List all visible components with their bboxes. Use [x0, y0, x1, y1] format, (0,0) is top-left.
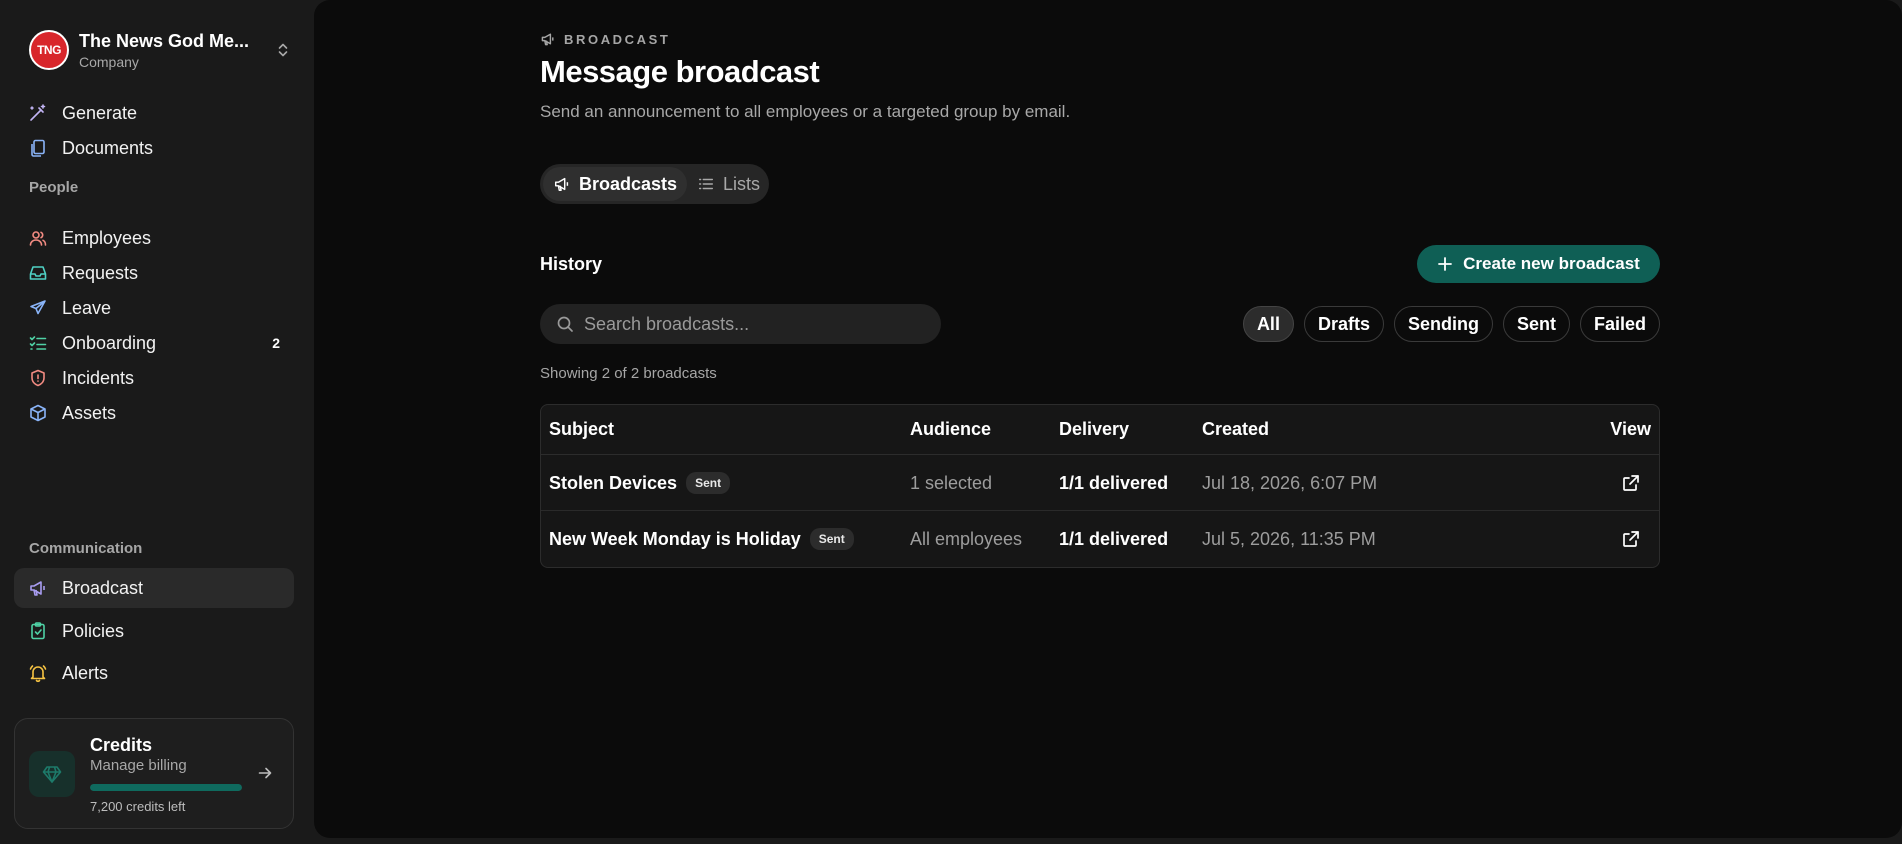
row-subject: Stolen Devices: [549, 472, 678, 493]
sidebar: TNG The News God Me... Company Generate …: [0, 0, 312, 844]
section-label-people: People: [29, 179, 79, 196]
credits-subtitle: Manage billing: [90, 757, 187, 774]
table-row[interactable]: Stolen Devices Sent 1 selected 1/1 deliv…: [541, 455, 1659, 511]
inbox-icon: [28, 263, 48, 283]
list-icon: [697, 175, 715, 193]
view-tabs: Broadcasts Lists: [540, 164, 769, 204]
shield-alert-icon: [28, 368, 48, 388]
megaphone-icon: [28, 578, 48, 598]
plus-icon: [1437, 256, 1453, 272]
page-title: Message broadcast: [540, 54, 820, 89]
nav-item-employees[interactable]: Employees: [14, 218, 294, 258]
row-delivery: 1/1 delivered: [1059, 528, 1169, 549]
nav-item-incidents[interactable]: Incidents: [14, 358, 294, 398]
app-window: TNG The News God Me... Company Generate …: [0, 0, 1902, 844]
nav-item-broadcast[interactable]: Broadcast: [14, 568, 294, 608]
create-broadcast-button[interactable]: Create new broadcast: [1417, 245, 1660, 283]
status-badge: Sent: [686, 472, 731, 494]
result-count: Showing 2 of 2 broadcasts: [540, 365, 717, 382]
nav-item-policies[interactable]: Policies: [14, 611, 294, 651]
column-view: View: [1610, 419, 1651, 439]
org-type: Company: [79, 53, 139, 70]
credits-card[interactable]: Credits Manage billing 7,200 credits lef…: [14, 718, 294, 829]
column-audience: Audience: [910, 419, 992, 439]
search-input[interactable]: [584, 313, 914, 335]
nav-item-onboarding[interactable]: Onboarding 2: [14, 323, 294, 363]
row-audience: 1 selected: [910, 472, 993, 493]
external-link-icon[interactable]: [1621, 511, 1641, 567]
status-badge: Sent: [809, 528, 854, 550]
filter-drafts[interactable]: Drafts: [1303, 306, 1384, 342]
bell-icon: [28, 663, 48, 683]
row-audience: All employees: [910, 528, 1023, 549]
gem-icon: [29, 751, 75, 797]
row-delivery: 1/1 delivered: [1059, 472, 1169, 493]
column-delivery: Delivery: [1059, 419, 1130, 439]
column-subject: Subject: [549, 419, 615, 439]
wand-icon: [28, 103, 48, 123]
filter-failed[interactable]: Failed: [1579, 306, 1660, 342]
tab-broadcasts[interactable]: Broadcasts: [543, 167, 688, 201]
org-logo: TNG: [29, 30, 69, 70]
history-title: History: [540, 254, 603, 274]
row-created: Jul 5, 2026, 11:35 PM: [1202, 528, 1376, 549]
search-box: [540, 304, 941, 344]
onboarding-count-badge: 2: [272, 335, 280, 351]
checklist-icon: [28, 333, 48, 353]
nav-item-documents[interactable]: Documents: [14, 128, 294, 168]
plane-icon: [28, 298, 48, 318]
row-subject: New Week Monday is Holiday: [549, 528, 801, 549]
broadcast-table: Subject Audience Delivery Created View S…: [540, 404, 1660, 568]
documents-icon: [28, 138, 48, 158]
box-icon: [28, 403, 48, 423]
filter-sending[interactable]: Sending: [1393, 306, 1493, 342]
row-created: Jul 18, 2026, 6:07 PM: [1202, 472, 1378, 493]
tab-lists[interactable]: Lists: [687, 167, 770, 201]
status-filters: All Drafts Sending Sent Failed: [1242, 306, 1660, 342]
page-subtitle: Send an announcement to all employees or…: [540, 102, 1071, 121]
main-panel: BROADCAST Message broadcast Send an anno…: [314, 0, 1902, 838]
org-switcher[interactable]: TNG The News God Me... Company: [29, 29, 291, 71]
nav-item-alerts[interactable]: Alerts: [14, 653, 294, 693]
arrow-right-icon: [257, 765, 273, 781]
credits-progress-bar: [90, 784, 242, 791]
table-header: Subject Audience Delivery Created View: [541, 405, 1659, 455]
filter-all[interactable]: All: [1242, 306, 1294, 342]
users-icon: [28, 228, 48, 248]
table-row[interactable]: New Week Monday is Holiday Sent All empl…: [541, 511, 1659, 567]
column-created: Created: [1202, 419, 1270, 439]
megaphone-icon: [553, 175, 571, 193]
nav-item-leave[interactable]: Leave: [14, 288, 294, 328]
chevron-up-down-icon: [275, 42, 291, 58]
nav-item-generate[interactable]: Generate: [14, 93, 294, 133]
nav-item-requests[interactable]: Requests: [14, 253, 294, 293]
page-eyebrow: BROADCAST: [540, 31, 670, 47]
external-link-icon[interactable]: [1621, 455, 1641, 511]
credits-title: Credits: [90, 735, 153, 755]
megaphone-icon: [540, 31, 556, 47]
credits-remaining: 7,200 credits left: [90, 799, 186, 814]
search-icon: [556, 315, 574, 333]
section-label-communication: Communication: [29, 540, 143, 557]
filter-sent[interactable]: Sent: [1502, 306, 1570, 342]
credits-progress-fill: [90, 784, 242, 791]
org-name: The News God Me...: [79, 30, 250, 51]
clipboard-check-icon: [28, 621, 48, 641]
nav-item-assets[interactable]: Assets: [14, 393, 294, 433]
